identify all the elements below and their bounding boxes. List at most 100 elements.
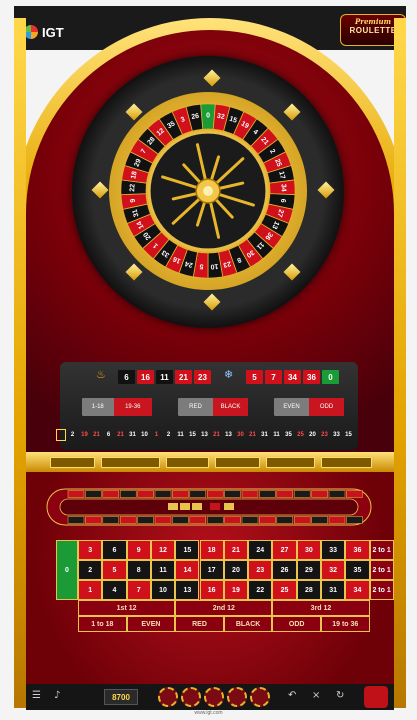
number-cell[interactable]: 7 bbox=[126, 580, 151, 600]
number-cell[interactable]: 29 bbox=[296, 560, 321, 580]
chip-slot[interactable] bbox=[158, 687, 178, 707]
number-cell[interactable]: 36 bbox=[345, 540, 370, 560]
racetrack-pocket[interactable] bbox=[276, 516, 294, 524]
racetrack-sector[interactable] bbox=[224, 503, 234, 510]
number-cell[interactable]: 1 bbox=[78, 580, 103, 600]
racetrack-pocket[interactable] bbox=[119, 516, 137, 524]
number-cell[interactable]: 17 bbox=[199, 560, 224, 580]
racetrack-pocket[interactable] bbox=[311, 490, 328, 498]
number-cell[interactable]: 22 bbox=[248, 580, 273, 600]
racetrack-pocket[interactable] bbox=[276, 490, 294, 498]
racetrack-pocket[interactable] bbox=[154, 490, 172, 498]
bet-slot[interactable] bbox=[101, 457, 160, 468]
outside-bet[interactable]: RED bbox=[175, 616, 224, 632]
racetrack-pocket[interactable] bbox=[119, 490, 137, 498]
column-bet[interactable]: 2 to 1 bbox=[369, 580, 394, 600]
number-cell[interactable]: 8 bbox=[126, 560, 151, 580]
number-cell[interactable]: 20 bbox=[223, 560, 249, 580]
dozen-bet[interactable]: 1st 12 bbox=[78, 600, 176, 616]
number-cell[interactable]: 16 bbox=[199, 580, 224, 600]
menu-icon[interactable]: ☰ bbox=[32, 690, 41, 701]
racetrack-pocket[interactable] bbox=[328, 490, 346, 498]
racetrack-pocket[interactable] bbox=[224, 516, 241, 524]
number-cell[interactable]: 23 bbox=[248, 560, 273, 580]
number-cell[interactable]: 30 bbox=[296, 540, 321, 560]
number-cell[interactable]: 11 bbox=[150, 560, 176, 580]
outside-bet[interactable]: ODD bbox=[272, 616, 321, 632]
racetrack-pocket[interactable] bbox=[293, 490, 311, 498]
number-cell[interactable]: 31 bbox=[321, 580, 346, 600]
racetrack-pocket[interactable] bbox=[241, 490, 259, 498]
racetrack-sector[interactable] bbox=[180, 503, 190, 510]
racetrack-pocket[interactable] bbox=[172, 490, 189, 498]
racetrack-pocket[interactable] bbox=[311, 516, 328, 524]
racetrack-pocket[interactable] bbox=[346, 490, 363, 498]
chip-slot[interactable] bbox=[204, 687, 224, 707]
chip-slot[interactable] bbox=[181, 687, 201, 707]
number-cell[interactable]: 6 bbox=[102, 540, 127, 560]
racetrack-pocket[interactable] bbox=[102, 516, 120, 524]
chip-slot[interactable] bbox=[227, 687, 247, 707]
outside-bet[interactable]: 1 to 18 bbox=[78, 616, 127, 632]
number-cell[interactable]: 21 bbox=[223, 540, 249, 560]
racetrack-pocket[interactable] bbox=[259, 516, 276, 524]
number-cell[interactable]: 28 bbox=[296, 580, 321, 600]
column-bet[interactable]: 2 to 1 bbox=[369, 560, 394, 580]
number-cell[interactable]: 34 bbox=[345, 580, 370, 600]
outside-bet[interactable]: 19 to 36 bbox=[321, 616, 370, 632]
number-cell[interactable]: 26 bbox=[272, 560, 297, 580]
racetrack-sector[interactable] bbox=[192, 503, 202, 510]
racetrack-pocket[interactable] bbox=[102, 490, 120, 498]
racetrack-pocket[interactable] bbox=[137, 490, 154, 498]
racetrack-pocket[interactable] bbox=[224, 490, 241, 498]
racetrack-pocket[interactable] bbox=[172, 516, 189, 524]
racetrack-pocket[interactable] bbox=[85, 516, 102, 524]
number-cell[interactable]: 25 bbox=[272, 580, 297, 600]
number-cell[interactable]: 14 bbox=[175, 560, 200, 580]
bet-slot[interactable] bbox=[50, 457, 96, 468]
racetrack-pocket[interactable] bbox=[154, 516, 172, 524]
undo-icon[interactable]: ↶ bbox=[288, 690, 296, 701]
number-cell[interactable]: 27 bbox=[272, 540, 297, 560]
zero-cell[interactable]: 0 bbox=[56, 540, 78, 600]
outside-bet[interactable]: BLACK bbox=[223, 616, 273, 632]
racetrack-pocket[interactable] bbox=[189, 490, 207, 498]
racetrack-inner[interactable] bbox=[59, 498, 359, 516]
racetrack-pocket[interactable] bbox=[137, 516, 154, 524]
dozen-bet[interactable]: 2nd 12 bbox=[175, 600, 273, 616]
racetrack-pocket[interactable] bbox=[206, 490, 224, 498]
betting-grid[interactable]: 0 3 2 1 6 5 4 9 8 7 12 11 10 15 14 13 18 17 16 21 20 19 24 23 22… bbox=[56, 540, 394, 640]
racetrack-sector[interactable] bbox=[168, 503, 178, 510]
racetrack-pocket[interactable] bbox=[189, 516, 207, 524]
bet-slot[interactable] bbox=[321, 457, 372, 468]
number-cell[interactable]: 5 bbox=[102, 560, 127, 580]
number-cell[interactable]: 13 bbox=[175, 580, 200, 600]
double-icon[interactable]: × bbox=[312, 690, 320, 701]
number-cell[interactable]: 24 bbox=[248, 540, 273, 560]
number-cell[interactable]: 9 bbox=[126, 540, 151, 560]
bet-slot[interactable] bbox=[165, 457, 209, 468]
chip-slot[interactable] bbox=[250, 687, 270, 707]
number-cell[interactable]: 15 bbox=[175, 540, 200, 560]
number-cell[interactable]: 2 bbox=[78, 560, 103, 580]
bet-slot[interactable] bbox=[214, 457, 261, 468]
number-cell[interactable]: 3 bbox=[78, 540, 103, 560]
racetrack-pocket[interactable] bbox=[293, 516, 311, 524]
racetrack-pocket[interactable] bbox=[67, 490, 85, 498]
rebet-icon[interactable]: ↻ bbox=[336, 690, 344, 701]
racetrack-bet[interactable] bbox=[46, 488, 372, 526]
number-cell[interactable]: 18 bbox=[199, 540, 224, 560]
number-cell[interactable]: 12 bbox=[150, 540, 176, 560]
racetrack-sector[interactable] bbox=[210, 503, 220, 510]
number-cell[interactable]: 33 bbox=[321, 540, 346, 560]
number-cell[interactable]: 10 bbox=[150, 580, 176, 600]
column-bet[interactable]: 2 to 1 bbox=[369, 540, 394, 560]
number-cell[interactable]: 35 bbox=[345, 560, 370, 580]
number-cell[interactable]: 32 bbox=[321, 560, 346, 580]
racetrack-pocket[interactable] bbox=[206, 516, 224, 524]
number-cell[interactable]: 4 bbox=[102, 580, 127, 600]
racetrack-pocket[interactable] bbox=[259, 490, 276, 498]
racetrack-pocket[interactable] bbox=[346, 516, 363, 524]
dozen-bet[interactable]: 3rd 12 bbox=[272, 600, 370, 616]
spin-button[interactable] bbox=[364, 686, 388, 708]
